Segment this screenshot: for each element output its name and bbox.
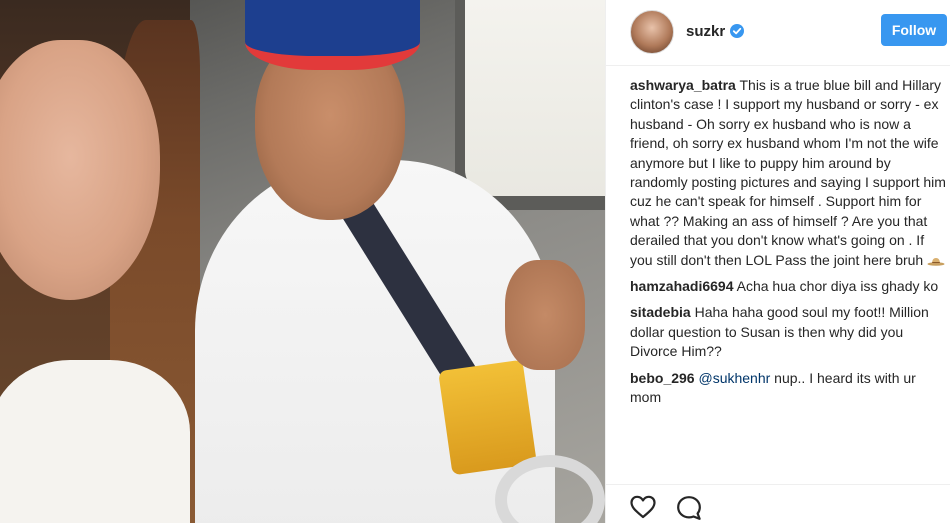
comment-author-link[interactable]: hamzahadi6694 <box>630 278 734 294</box>
comment-item: sitadebia Haha haha good soul my foot!! … <box>630 303 946 361</box>
photo-woman-shirt <box>0 360 190 523</box>
photo-snack-packet <box>438 359 537 476</box>
comment-item: bebo_296 @sukhenhr nup.. I heard its wit… <box>630 369 946 408</box>
post-actions <box>606 484 950 523</box>
comment-list: ashwarya_batra This is a true blue bill … <box>630 76 946 415</box>
comment-item: hamzahadi6694 Acha hua chor diya iss gha… <box>630 277 946 296</box>
comment-author-link[interactable]: bebo_296 <box>630 370 695 386</box>
photo-airplane-window <box>455 0 605 210</box>
post-header: suzkr Follow <box>606 0 950 66</box>
post-photo[interactable] <box>0 0 605 523</box>
username-link[interactable]: suzkr <box>686 23 725 40</box>
heart-icon[interactable] <box>630 495 656 519</box>
photo-cap <box>245 0 420 70</box>
comment-text: This is a true blue bill and Hillary cli… <box>630 77 946 268</box>
comment-text: Acha hua chor diya iss ghady ko <box>733 278 939 295</box>
post-side-panel: suzkr Follow ashwarya_batra This is a tr… <box>605 0 950 523</box>
verified-badge-icon <box>730 24 744 38</box>
comment-author-link[interactable]: ashwarya_batra <box>630 77 736 93</box>
mention-link[interactable]: @sukhenhr <box>695 370 770 386</box>
cowboy-hat-emoji-icon <box>927 257 945 266</box>
comment-author-link[interactable]: sitadebia <box>630 304 691 320</box>
photo-thumbs-up <box>505 260 585 370</box>
follow-button[interactable]: Follow <box>881 14 947 46</box>
avatar[interactable] <box>630 10 674 54</box>
comment-item: ashwarya_batra This is a true blue bill … <box>630 76 946 270</box>
comment-icon[interactable] <box>676 495 702 521</box>
